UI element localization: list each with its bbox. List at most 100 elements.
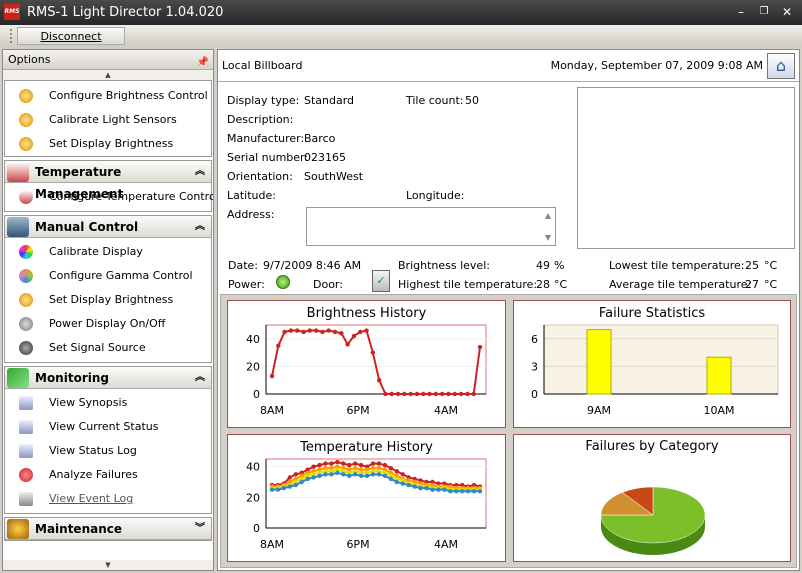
chevron-down-icon[interactable]: ︾ [195, 518, 205, 540]
sidebar-item-calibrate-display[interactable]: Calibrate Display [5, 240, 211, 264]
scroll-down-arrow-icon[interactable]: ▼ [3, 560, 213, 570]
data-point [427, 391, 432, 397]
sidebar-item-label: Set Signal Source [49, 341, 146, 354]
power-icon [19, 317, 33, 331]
sidebar-item-configure-temperature-control[interactable]: Configure Temperature Control [5, 185, 214, 209]
sidebar-item-analyze-failures[interactable]: Analyze Failures [5, 463, 211, 487]
data-point [323, 461, 328, 466]
door-status-icon: ✓ [372, 270, 390, 292]
latitude-label: Latitude: [227, 189, 276, 202]
sun-gear-icon [19, 113, 33, 127]
data-point [341, 472, 346, 477]
data-point [459, 489, 465, 494]
data-point [465, 489, 471, 494]
data-point [402, 391, 407, 397]
sidebar-item-set-display-brightness[interactable]: Set Display Brightness [5, 132, 211, 156]
sidebar-item-configure-gamma-control[interactable]: Configure Gamma Control [5, 264, 211, 288]
sidebar-item-label: Configure Brightness Control [49, 89, 208, 102]
manufacturer-label: Manufacturer: [227, 132, 305, 145]
chevron-up-icon[interactable]: ︽ [195, 161, 205, 183]
data-point [323, 472, 328, 477]
data-point [269, 487, 275, 492]
sidebar-item-calibrate-light-sensors[interactable]: Calibrate Light Sensors [5, 108, 211, 132]
data-point [301, 329, 306, 335]
data-point [269, 373, 275, 379]
close-icon[interactable]: ✕ [778, 4, 796, 20]
sun-gear-icon [19, 89, 33, 103]
signal-icon [19, 341, 33, 355]
y-tick-label: 20 [246, 360, 260, 373]
sidebar-item-set-signal-source[interactable]: Set Signal Source [5, 336, 211, 360]
data-point [442, 487, 447, 492]
color-wheel-icon [19, 245, 33, 259]
failure-statistics-chart: Failure Statistics 0 3 6 9AM 10AM [513, 300, 791, 428]
data-point [406, 482, 411, 488]
data-point [335, 459, 340, 465]
scroll-up-arrow-icon[interactable]: ▲ [3, 70, 213, 80]
y-tick-label: 0 [253, 522, 260, 535]
scroll-up-icon[interactable]: ▲ [545, 211, 551, 220]
sidebar-item-power-display-on-off[interactable]: Power Display On/Off [5, 312, 211, 336]
data-point [299, 479, 304, 485]
data-point [276, 343, 281, 348]
sidebar-item-view-current-status[interactable]: View Current Status [5, 415, 211, 439]
sidebar-item-set-display-brightness[interactable]: Set Display Brightness [5, 288, 211, 312]
data-point [347, 473, 352, 479]
lowest-temp-value: 25 [745, 259, 759, 272]
data-point [293, 472, 298, 477]
minimize-icon[interactable]: – [732, 4, 750, 20]
data-point [370, 461, 376, 466]
options-sidebar: Options 📌 ▲ Configure Brightness Control… [2, 49, 214, 571]
data-point [433, 391, 439, 397]
tile-count-value: 50 [465, 94, 479, 107]
data-point [358, 473, 364, 479]
sidebar-item-label: Calibrate Display [49, 245, 143, 258]
sidebar-group-header[interactable]: Maintenance ︾ [5, 518, 211, 540]
data-point [364, 473, 370, 479]
y-tick-label: 3 [531, 360, 538, 373]
disconnect-button[interactable]: Disconnect [17, 27, 125, 45]
sidebar-item-label: Configure Gamma Control [49, 269, 193, 282]
y-tick-label: 0 [253, 388, 260, 401]
orientation-label: Orientation: [227, 170, 293, 183]
pin-icon[interactable]: 📌 [197, 53, 209, 72]
y-tick-label: 40 [246, 461, 260, 474]
toolbar-grip[interactable] [10, 29, 12, 43]
sidebar-title: Options [8, 53, 51, 66]
data-point [345, 342, 350, 347]
data-point [281, 485, 287, 491]
chart-icon [7, 368, 29, 388]
sidebar-item-view-event-log[interactable]: View Event Log [5, 487, 211, 511]
data-point [400, 481, 405, 486]
home-button[interactable]: ⌂ [767, 53, 795, 79]
sidebar-item-view-synopsis[interactable]: View Synopsis [5, 391, 211, 415]
chevron-up-icon[interactable]: ︽ [195, 367, 205, 389]
scroll-down-icon[interactable]: ▼ [545, 233, 551, 242]
sidebar-group-header[interactable]: Monitoring ︽ [5, 367, 211, 389]
sidebar-item-configure-brightness-control[interactable]: Configure Brightness Control [5, 84, 211, 108]
palette-icon [19, 269, 33, 283]
data-point [335, 470, 340, 475]
failures-by-category-chart: Failures by Category [513, 434, 791, 562]
data-point [388, 466, 394, 471]
x-tick-label: 10AM [703, 404, 734, 417]
thermometer-icon [7, 162, 29, 182]
sidebar-item-view-status-log[interactable]: View Status Log [5, 439, 211, 463]
x-tick-label: 4AM [434, 538, 458, 551]
serial-value: 023165 [304, 151, 346, 164]
data-point [351, 333, 357, 339]
sidebar-group-header[interactable]: Manual Control ︽ [5, 216, 211, 238]
address-textbox[interactable]: ▲ ▼ [306, 207, 556, 246]
sidebar-group-temperature-management: Temperature Management ︽ Configure Tempera… [4, 160, 214, 212]
restore-icon[interactable]: ❐ [755, 4, 773, 20]
chevron-up-icon[interactable]: ︽ [195, 216, 205, 238]
highest-temp-value: 28 [536, 278, 550, 291]
document-icon [19, 444, 33, 458]
brightness-label: Brightness level: [398, 259, 490, 272]
sidebar-group-header[interactable]: Temperature Management ︽ [5, 161, 211, 201]
data-point [282, 329, 287, 335]
sidebar-item-label: Configure Temperature Control [49, 190, 214, 203]
sidebar-group-title: Monitoring [35, 371, 109, 385]
data-point [394, 469, 399, 474]
data-point [358, 329, 363, 335]
